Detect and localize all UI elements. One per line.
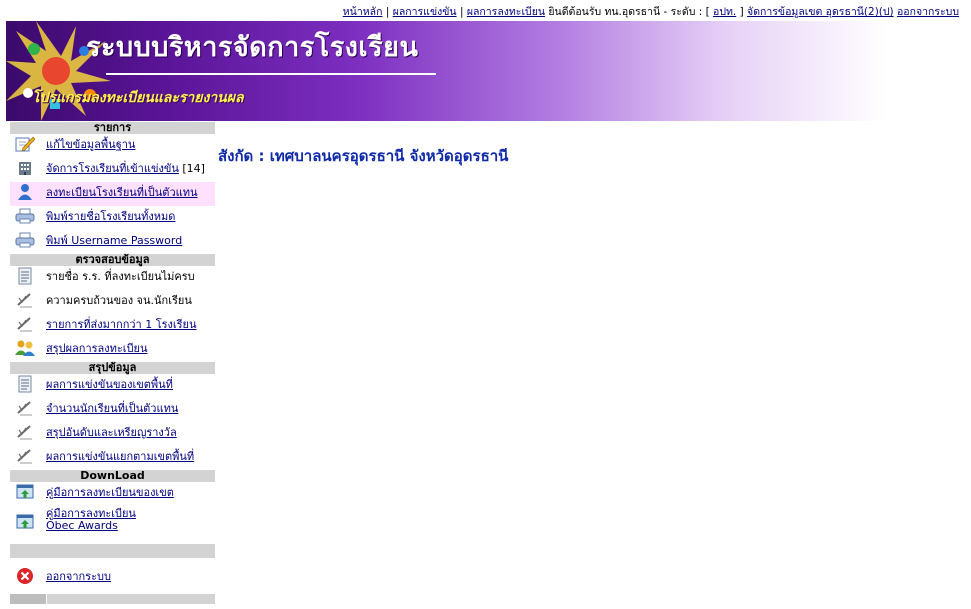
competition-results-link[interactable]: ผลการแข่งขัน	[393, 6, 457, 18]
document-list-icon	[12, 266, 38, 286]
menu-item-label[interactable]: ลงทะเบียนโรงเรียนที่เป็นตัวแทน	[46, 182, 198, 199]
building-grid-icon	[12, 158, 38, 178]
nav-separator: |	[456, 6, 467, 18]
document-list-icon	[12, 374, 38, 394]
banner-rule	[106, 73, 436, 75]
section-header-summary: สรุปข้อมูล	[10, 362, 215, 374]
header-banner: ระบบบริหารจัดการโรงเรียน โปรแกรมลงทะเบีย…	[6, 21, 886, 121]
banner-title: ระบบบริหารจัดการโรงเรียน	[86, 32, 419, 63]
school-count: [14]	[178, 162, 205, 175]
download-window-icon	[12, 482, 38, 502]
menu-footer-notch	[10, 594, 47, 604]
banner-subtitle: โปรแกรมลงทะเบียนและรายงานผล	[32, 90, 244, 106]
menu-item-register-representative[interactable]: ลงทะเบียนโรงเรียนที่เป็นตัวแทน	[10, 182, 215, 206]
pencil-check-icon	[12, 422, 38, 442]
logout-link-top[interactable]: ออกจากระบบ	[897, 6, 959, 18]
registration-results-link[interactable]: ผลการลงทะเบียน	[467, 6, 545, 18]
section-header-download: DownLoad	[10, 470, 215, 482]
menu-item-label[interactable]: สรุปผลการลงทะเบียน	[46, 338, 148, 355]
menu-item-area-manual[interactable]: คู่มือการลงทะเบียนของเขต	[10, 482, 215, 506]
menu-item-label[interactable]: ออกจากระบบ	[46, 566, 111, 583]
menu-footer-bar	[10, 594, 215, 604]
printer-icon	[12, 206, 38, 226]
menu-gap	[10, 536, 215, 544]
pencil-check-icon	[12, 446, 38, 466]
menu-item-label[interactable]: จัดการโรงเรียนที่เข้าแข่งขัน	[46, 162, 179, 175]
menu-item-label[interactable]: ผลการแข่งขันของเขตพื้นที่	[46, 374, 173, 391]
user-register-icon	[12, 182, 38, 202]
menu-item-label: รายชื่อ ร.ร. ที่ลงทะเบียนไม่ครบ	[46, 270, 195, 283]
menu-item-print-all-schools[interactable]: พิมพ์รายชื่อโรงเรียนทั้งหมด	[10, 206, 215, 230]
menu-item-print-username-password[interactable]: พิมพ์ Username Password	[10, 230, 215, 254]
menu-item-label[interactable]: แก้ไขข้อมูลพื้นฐาน	[46, 134, 135, 151]
menu-item-label[interactable]: จำนวนนักเรียนที่เป็นตัวแทน	[46, 398, 178, 415]
menu-item-label[interactable]: คู่มือการลงทะเบียน Obec Awards	[46, 506, 166, 532]
menu-item-label[interactable]: สรุปอันดับและเหรียญรางวัล	[46, 422, 177, 439]
printer-icon	[12, 230, 38, 250]
users-summary-icon	[12, 338, 38, 358]
menu-item-area-results[interactable]: ผลการแข่งขันของเขตพื้นที่	[10, 374, 215, 398]
menu-item-text: จัดการโรงเรียนที่เข้าแข่งขัน [14]	[46, 158, 205, 175]
pencil-check-icon	[12, 398, 38, 418]
menu-item-label[interactable]: คู่มือการลงทะเบียนของเขต	[46, 482, 174, 499]
menu-item-multi-school-submissions[interactable]: รายการที่ส่งมากกว่า 1 โรงเรียน	[10, 314, 215, 338]
pencil-check-icon	[12, 314, 38, 334]
menu-item-label: ความครบถ้วนของ จน.นักเรียน	[46, 294, 192, 307]
menu-item-logout[interactable]: ออกจากระบบ	[10, 566, 215, 590]
menu-item-manage-schools[interactable]: จัดการโรงเรียนที่เข้าแข่งขัน [14]	[10, 158, 215, 182]
welcome-text: ยินดีต้อนรับ ทน.อุดรธานี - ระดับ : [	[545, 6, 714, 18]
menu-item-label[interactable]: รายการที่ส่งมากกว่า 1 โรงเรียน	[46, 314, 197, 331]
page-title: สังกัด : เทศบาลนครอุดรธานี จังหวัดอุดรธา…	[218, 147, 509, 165]
menu-item-label[interactable]: ผลการแข่งขันแยกตามเขตพื้นที่	[46, 446, 194, 463]
nav-separator: |	[382, 6, 393, 18]
section-header-list: รายการ	[10, 122, 215, 134]
menu-item-representative-count[interactable]: จำนวนนักเรียนที่เป็นตัวแทน	[10, 398, 215, 422]
menu-item-label[interactable]: พิมพ์ Username Password	[46, 230, 182, 247]
edit-pencil-icon	[12, 134, 38, 154]
home-link[interactable]: หน้าหลัก	[343, 6, 383, 18]
menu-item-student-completeness: ความครบถ้วนของ จน.นักเรียน	[10, 290, 215, 314]
sidebar-menu: รายการ แก้ไขข้อมูลพื้นฐาน จัดการโรงเรียน…	[10, 122, 215, 604]
bracket-close: ]	[736, 6, 748, 18]
section-header-verify: ตรวจสอบข้อมูล	[10, 254, 215, 266]
menu-divider-bar	[10, 544, 215, 558]
menu-item-obec-manual[interactable]: คู่มือการลงทะเบียน Obec Awards	[10, 506, 215, 536]
manage-area-link[interactable]: จัดการข้อมูลเขต อุดรธานี(2)(ป)	[747, 6, 894, 18]
menu-item-results-by-area[interactable]: ผลการแข่งขันแยกตามเขตพื้นที่	[10, 446, 215, 470]
level-link[interactable]: อปท.	[713, 6, 736, 18]
menu-item-edit-basic-info[interactable]: แก้ไขข้อมูลพื้นฐาน	[10, 134, 215, 158]
download-window-icon	[12, 512, 38, 532]
menu-item-rank-medals[interactable]: สรุปอันดับและเหรียญรางวัล	[10, 422, 215, 446]
menu-item-registration-summary[interactable]: สรุปผลการลงทะเบียน	[10, 338, 215, 362]
menu-item-label[interactable]: พิมพ์รายชื่อโรงเรียนทั้งหมด	[46, 206, 175, 223]
menu-gap	[10, 558, 215, 566]
top-navigation: หน้าหลัก | ผลการแข่งขัน | ผลการลงทะเบียน…	[343, 3, 959, 20]
pencil-check-icon	[12, 290, 38, 310]
close-circle-icon	[12, 566, 38, 586]
menu-item-incomplete-schools: รายชื่อ ร.ร. ที่ลงทะเบียนไม่ครบ	[10, 266, 215, 290]
